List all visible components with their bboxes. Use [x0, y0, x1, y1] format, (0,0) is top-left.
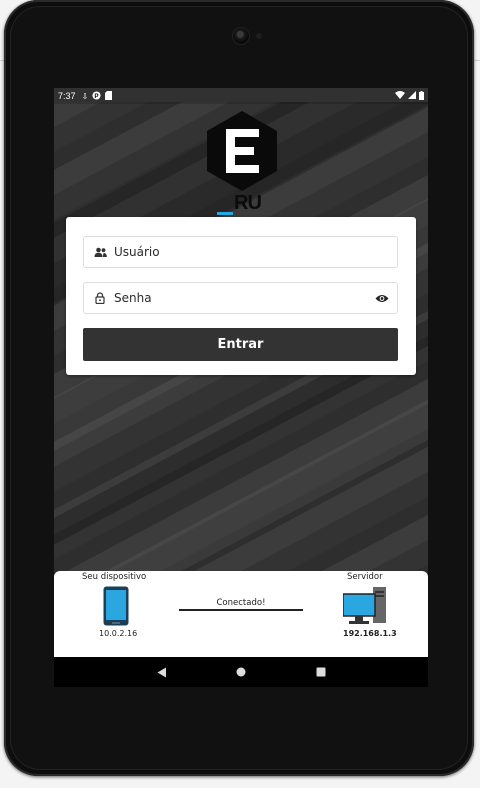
device-label: Seu dispositivo — [82, 572, 147, 582]
light-sensor — [256, 33, 262, 39]
download-icon: ⇩ — [81, 91, 89, 101]
p-icon: P — [92, 90, 101, 102]
back-icon[interactable] — [155, 665, 169, 679]
logo-letters: RU — [234, 192, 262, 214]
recents-icon[interactable] — [314, 665, 328, 679]
connection-status: Conectado! — [216, 598, 266, 608]
show-password-eye-icon[interactable] — [375, 294, 389, 303]
status-time: 7:37 — [58, 91, 76, 101]
connection-panel: Seu dispositivo 10.0.2.16 Conectado! Ser… — [54, 571, 428, 657]
password-field[interactable]: Senha — [83, 282, 398, 314]
user-icon — [92, 247, 108, 257]
login-button[interactable]: Entrar — [83, 328, 398, 361]
device-ip: 10.0.2.16 — [99, 629, 138, 638]
home-icon[interactable] — [234, 665, 248, 679]
username-field[interactable]: Usuário — [83, 236, 398, 268]
lock-icon — [92, 292, 108, 304]
username-placeholder: Usuário — [114, 245, 160, 259]
connection-line — [179, 609, 303, 611]
android-nav-bar — [54, 657, 428, 687]
svg-text:P: P — [95, 92, 99, 99]
server-ip: 192.168.1.3 — [343, 629, 397, 638]
login-card: Usuário Senha Entrar — [66, 217, 416, 375]
eru-logo-icon — [207, 111, 277, 191]
password-placeholder: Senha — [114, 291, 152, 305]
sd-icon — [105, 90, 113, 102]
server-computer-icon — [343, 587, 386, 624]
phone-device-icon — [103, 586, 129, 626]
front-camera — [233, 28, 249, 44]
app-screen: 7:37 ⇩ P RU Usuário Senha Entrar Seu dis… — [54, 88, 428, 687]
status-bar: 7:37 ⇩ P — [54, 88, 428, 104]
server-label: Servidor — [347, 572, 383, 582]
signal-icon — [408, 90, 416, 102]
battery-icon — [419, 90, 424, 102]
wifi-icon — [395, 90, 405, 102]
eru-logo-text: RU — [217, 192, 269, 229]
